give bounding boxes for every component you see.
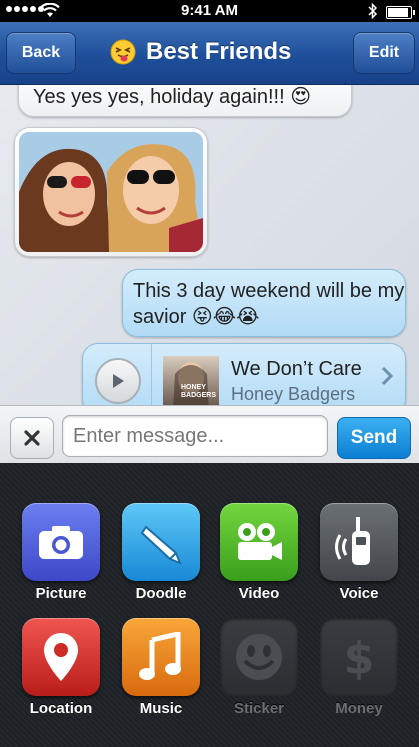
song-message-bubble[interactable]: HONEY BADGERS We Don’t Care Honey Badger… xyxy=(82,343,406,405)
message-input[interactable] xyxy=(62,415,328,457)
attach-label: Voice xyxy=(339,585,379,602)
message-text: This 3 day weekend will be my savior 😝😂😭 xyxy=(133,280,405,328)
bluetooth-icon xyxy=(368,3,378,19)
chat-area[interactable]: Yes yes yes, holiday again!!! 😍 This 3 d… xyxy=(0,85,419,405)
close-attachments-button[interactable] xyxy=(10,417,54,459)
album-art-label: HONEY BADGERS xyxy=(181,384,217,399)
svg-text:$: $ xyxy=(344,633,375,683)
tongue-out-emoji-icon xyxy=(110,39,136,65)
nav-bar: Back Best Friends Edit xyxy=(0,22,419,85)
back-button[interactable]: Back xyxy=(6,32,76,74)
conversation-title: Best Friends xyxy=(146,38,292,65)
edit-button[interactable]: Edit xyxy=(353,32,415,74)
shared-photo[interactable] xyxy=(19,132,203,252)
map-pin-icon xyxy=(22,618,100,696)
status-time: 9:41 AM xyxy=(181,2,238,19)
incoming-message-bubble[interactable]: Yes yes yes, holiday again!!! 😍 xyxy=(18,85,352,117)
chevron-right-icon[interactable] xyxy=(381,366,393,386)
song-artist: Honey Badgers xyxy=(231,384,356,404)
camera-icon xyxy=(22,503,100,581)
play-button[interactable] xyxy=(95,358,141,404)
dollar-icon: $ xyxy=(320,618,398,696)
attach-picture-button[interactable]: Picture xyxy=(16,503,106,613)
attach-label: Doodle xyxy=(135,585,187,602)
photo-message-bubble[interactable] xyxy=(14,127,208,257)
attach-music-button[interactable]: Music xyxy=(116,618,206,728)
attach-video-button[interactable]: Video xyxy=(214,503,304,613)
send-button[interactable]: Send xyxy=(337,417,411,459)
pencil-icon xyxy=(122,503,200,581)
friends-photo-image xyxy=(19,132,203,252)
status-bar: 9:41 AM xyxy=(0,0,419,22)
battery-icon xyxy=(386,6,415,19)
attach-voice-button[interactable]: Voice xyxy=(314,503,404,613)
music-note-icon xyxy=(122,618,200,696)
album-art: HONEY BADGERS xyxy=(163,356,219,405)
attach-label: Video xyxy=(238,585,280,602)
close-icon xyxy=(24,430,40,446)
attach-label: Money xyxy=(335,700,383,717)
walkie-talkie-icon xyxy=(320,503,398,581)
divider xyxy=(151,344,152,405)
attach-money-button[interactable]: $ Money xyxy=(314,618,404,728)
compose-bar: Send xyxy=(0,405,419,464)
attach-label: Music xyxy=(139,700,183,717)
song-title: We Don’t Care xyxy=(231,358,362,380)
attach-location-button[interactable]: Location xyxy=(16,618,106,728)
attach-label: Sticker xyxy=(233,700,285,717)
attach-label: Picture xyxy=(35,585,87,602)
outgoing-message-bubble[interactable]: This 3 day weekend will be my savior 😝😂😭 xyxy=(122,269,406,337)
smiley-icon xyxy=(220,618,298,696)
attach-label: Location xyxy=(29,700,93,717)
message-text: Yes yes yes, holiday again!!! 😍 xyxy=(33,86,312,108)
attachment-panel: Picture Doodle Video Voice Location Musi… xyxy=(0,463,419,747)
attach-doodle-button[interactable]: Doodle xyxy=(116,503,206,613)
attach-sticker-button[interactable]: Sticker xyxy=(214,618,304,728)
nav-title: Best Friends xyxy=(110,34,291,70)
video-camera-icon xyxy=(220,503,298,581)
play-icon xyxy=(113,374,124,388)
